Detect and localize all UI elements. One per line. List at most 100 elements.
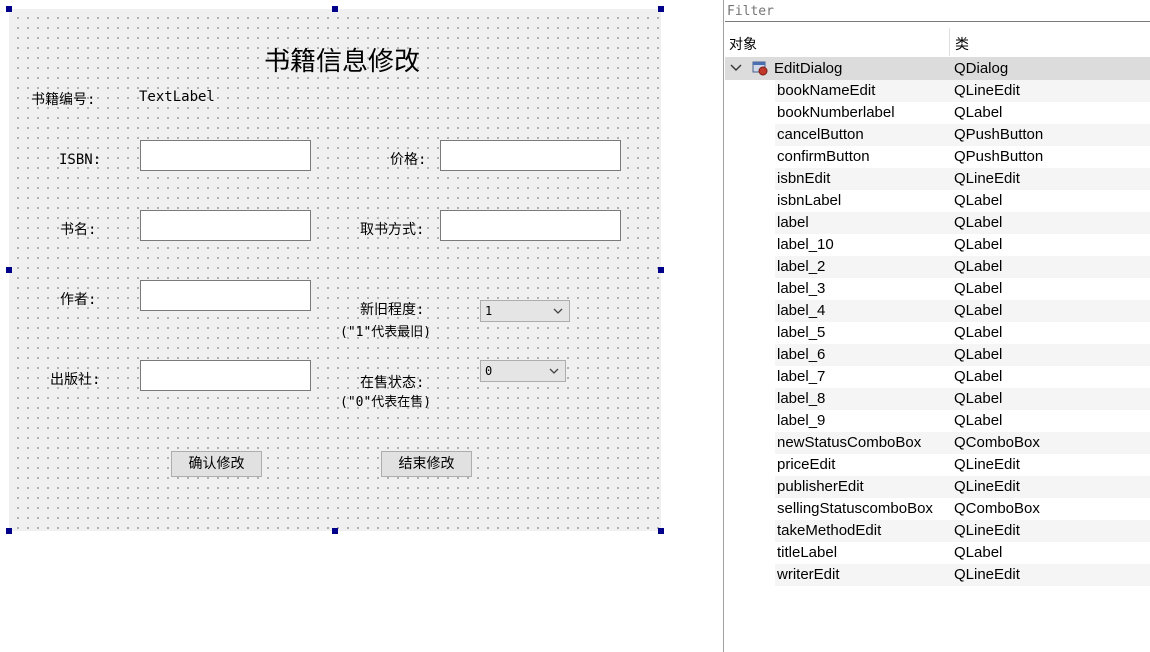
filter-box (725, 0, 1150, 22)
object-class: QLabel (954, 104, 1003, 121)
object-name: titleLabel (777, 544, 838, 561)
resize-handle[interactable] (332, 6, 338, 12)
take-method-label[interactable]: 取书方式: (360, 219, 424, 239)
object-class: QLineEdit (954, 566, 1020, 583)
object-class: QLabel (954, 412, 1003, 429)
object-class: QLabel (954, 390, 1003, 407)
object-name: confirmButton (777, 148, 870, 165)
take-method-input[interactable] (440, 210, 621, 241)
object-name: label_4 (777, 302, 826, 319)
tree-row[interactable]: label QLabel (775, 212, 1150, 234)
object-class: QLineEdit (954, 522, 1020, 539)
tree-row[interactable]: label_9 QLabel (775, 410, 1150, 432)
tree-row[interactable]: label_6 QLabel (775, 344, 1150, 366)
object-name: label (777, 214, 809, 231)
object-class: QLineEdit (954, 478, 1020, 495)
book-name-input[interactable] (140, 210, 311, 241)
selling-hint[interactable]: ("0"代表在售) (340, 391, 431, 410)
resize-handle[interactable] (6, 267, 12, 273)
filter-input[interactable] (725, 1, 1150, 22)
resize-handle[interactable] (6, 528, 12, 534)
book-number-caption[interactable]: 书籍编号: (31, 89, 95, 109)
tree-row[interactable]: titleLabel QLabel (775, 542, 1150, 564)
book-name-label[interactable]: 书名: (60, 219, 96, 239)
object-class: QPushButton (954, 148, 1044, 165)
tree-row[interactable]: takeMethodEdit QLineEdit (775, 520, 1150, 542)
condition-label[interactable]: 新旧程度: (360, 299, 424, 319)
object-class: QLabel (954, 258, 1003, 275)
tree-row[interactable]: sellingStatuscomboBox QComboBox (775, 498, 1150, 520)
resize-handle[interactable] (332, 528, 338, 534)
object-name: label_8 (777, 390, 826, 407)
root-object-name: EditDialog (774, 60, 843, 77)
tree-row[interactable]: cancelButton QPushButton (775, 124, 1150, 146)
column-header-object[interactable]: 对象 (729, 34, 757, 54)
object-class: QLineEdit (954, 456, 1020, 473)
price-label[interactable]: 价格: (390, 149, 426, 169)
tree-row[interactable]: label_10 QLabel (775, 234, 1150, 256)
chevron-down-icon[interactable] (730, 63, 742, 73)
tree-row[interactable]: confirmButton QPushButton (775, 146, 1150, 168)
publisher-input[interactable] (140, 360, 311, 391)
selling-label[interactable]: 在售状态: (360, 372, 424, 392)
object-class: QLabel (954, 280, 1003, 297)
tree-row[interactable]: publisherEdit QLineEdit (775, 476, 1150, 498)
object-name: writerEdit (777, 566, 840, 583)
panel-divider (723, 0, 724, 652)
isbn-input[interactable] (140, 140, 311, 171)
isbn-label[interactable]: ISBN: (59, 152, 101, 168)
tree-row[interactable]: label_2 QLabel (775, 256, 1150, 278)
object-name: label_3 (777, 280, 826, 297)
object-class: QLineEdit (954, 170, 1020, 187)
chevron-down-icon (553, 308, 563, 314)
object-name: publisherEdit (777, 478, 864, 495)
tree-row[interactable]: label_8 QLabel (775, 388, 1150, 410)
object-class: QLabel (954, 214, 1003, 231)
tree-row[interactable]: bookNumberlabel QLabel (775, 102, 1150, 124)
resize-handle[interactable] (658, 267, 664, 273)
tree-row[interactable]: writerEdit QLineEdit (775, 564, 1150, 586)
title-label[interactable]: 书籍信息修改 (264, 41, 484, 78)
object-name: label_5 (777, 324, 826, 341)
publisher-label[interactable]: 出版社: (50, 369, 100, 389)
object-name: newStatusComboBox (777, 434, 922, 451)
inspector-header: 对象 类 (725, 28, 1150, 56)
writer-input[interactable] (140, 280, 311, 311)
object-class: QPushButton (954, 126, 1044, 143)
tree-row[interactable]: label_4 QLabel (775, 300, 1150, 322)
book-number-value[interactable]: TextLabel (139, 89, 215, 105)
tree-row[interactable]: bookNameEdit QLineEdit (775, 80, 1150, 102)
object-name: label_9 (777, 412, 826, 429)
resize-handle[interactable] (6, 6, 12, 12)
column-header-class[interactable]: 类 (955, 34, 969, 54)
tree-root-item[interactable]: EditDialog QDialog (725, 57, 1150, 80)
writer-label[interactable]: 作者: (60, 289, 96, 309)
tree-row[interactable]: label_3 QLabel (775, 278, 1150, 300)
object-name: isbnLabel (777, 192, 842, 209)
object-class: QLabel (954, 544, 1003, 561)
form-canvas[interactable]: 书籍信息修改 书籍编号: TextLabel ISBN: 价格: 书名: 取书方… (9, 9, 661, 531)
object-class: QLabel (954, 346, 1003, 363)
object-class: QLineEdit (954, 82, 1020, 99)
tree-row[interactable]: isbnLabel QLabel (775, 190, 1150, 212)
tree-row[interactable]: newStatusComboBox QComboBox (775, 432, 1150, 454)
object-name: label_7 (777, 368, 826, 385)
object-class: QComboBox (954, 500, 1040, 517)
selling-status-combobox[interactable]: 0 (480, 360, 566, 382)
resize-handle[interactable] (658, 6, 664, 12)
dialog-icon (752, 61, 768, 76)
price-input[interactable] (440, 140, 621, 171)
tree-row[interactable]: priceEdit QLineEdit (775, 454, 1150, 476)
confirm-button[interactable]: 确认修改 (171, 451, 262, 477)
tree-row[interactable]: label_5 QLabel (775, 322, 1150, 344)
cancel-button[interactable]: 结束修改 (381, 451, 472, 477)
object-name: label_2 (777, 258, 826, 275)
condition-hint[interactable]: ("1"代表最旧) (340, 321, 431, 340)
object-class: QComboBox (954, 434, 1040, 451)
object-name: cancelButton (777, 126, 864, 143)
object-name: sellingStatuscomboBox (777, 500, 933, 517)
tree-row[interactable]: isbnEdit QLineEdit (775, 168, 1150, 190)
condition-combobox[interactable]: 1 (480, 300, 570, 322)
resize-handle[interactable] (658, 528, 664, 534)
tree-row[interactable]: label_7 QLabel (775, 366, 1150, 388)
